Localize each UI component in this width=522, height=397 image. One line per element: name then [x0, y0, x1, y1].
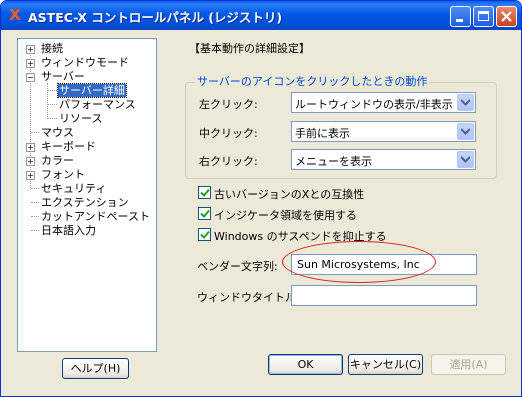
- groupbox-title: サーバーのアイコンをクリックしたときの動作: [195, 73, 430, 89]
- collapse-icon[interactable]: −: [26, 73, 35, 82]
- tree-connector: [31, 230, 39, 231]
- cancel-button[interactable]: キャンセル(C): [348, 354, 423, 375]
- expand-icon[interactable]: +: [26, 45, 35, 54]
- legacy-x-compat-label[interactable]: 古いバージョンのXとの互換性: [214, 186, 364, 202]
- left-click-label: 左クリック:: [199, 98, 258, 111]
- checkmark-icon: [200, 230, 210, 239]
- tree-item-security[interactable]: セキュリティ: [41, 182, 106, 196]
- section-heading: 【基本動作の詳細設定】: [189, 42, 310, 55]
- right-click-select[interactable]: メニューを表示: [291, 149, 476, 170]
- tree-item-label: サーバー詳細: [57, 83, 127, 98]
- control-panel-window: X ASTEC-X コントロールパネル (レジストリ) + 接続 + ウィンドウ…: [0, 0, 522, 397]
- window-title-field[interactable]: [291, 285, 477, 306]
- tree-item-label: パフォーマンス: [59, 98, 136, 111]
- middle-click-select[interactable]: 手前に表示: [291, 121, 476, 142]
- right-click-value: メニューを表示: [295, 155, 372, 168]
- tree-item-performance[interactable]: パフォーマンス: [59, 98, 136, 112]
- tree-item-label: 日本語入力: [41, 224, 96, 237]
- window-title-label: ウィンドウタイトル:: [197, 291, 300, 304]
- tree-connector: [31, 132, 39, 133]
- tree-connector: [31, 202, 39, 203]
- minimize-icon: [456, 19, 463, 22]
- left-click-select[interactable]: ルートウィンドウの表示/非表示: [291, 92, 476, 113]
- window-title: ASTEC-X コントロールパネル (レジストリ): [28, 10, 283, 25]
- tree-item-cut-and-paste[interactable]: カットアンドペースト: [41, 210, 150, 224]
- apply-button[interactable]: 適用(A): [431, 354, 506, 375]
- dropdown-arrow-icon[interactable]: [457, 94, 474, 111]
- tree-item-label: セキュリティ: [41, 182, 107, 195]
- middle-click-label: 中クリック:: [199, 127, 258, 140]
- tree-item-mouse[interactable]: マウス: [41, 126, 74, 140]
- tree-item-label: リソース: [59, 112, 103, 125]
- tree-item-japanese-input[interactable]: 日本語入力: [41, 224, 96, 238]
- tree-item-resource[interactable]: リソース: [59, 112, 102, 126]
- help-button[interactable]: ヘルプ(H): [62, 358, 129, 379]
- tree-connector: [47, 83, 48, 119]
- expand-icon[interactable]: +: [26, 143, 35, 152]
- expand-icon[interactable]: +: [26, 171, 35, 180]
- checkmark-icon: [200, 188, 210, 197]
- left-click-value: ルートウィンドウの表示/非表示: [295, 98, 453, 111]
- checkmark-icon: [200, 209, 210, 218]
- maximize-icon: [478, 11, 489, 21]
- tree-item-label: 接続: [41, 42, 63, 55]
- tree-connector: [47, 90, 57, 91]
- settings-tree[interactable]: + 接続 + ウィンドウモード − サーバー サーバー詳細 パフォーマンス リソ…: [17, 38, 157, 352]
- tree-item-extension[interactable]: エクステンション: [41, 196, 129, 210]
- dropdown-arrow-icon[interactable]: [457, 123, 474, 140]
- tree-item-label: カラー: [41, 154, 74, 167]
- tree-connector: [47, 118, 57, 119]
- expand-icon[interactable]: +: [26, 59, 35, 68]
- tree-connector: [31, 188, 39, 189]
- tree-item-label: キーボード: [41, 140, 96, 153]
- indicator-area-checkbox[interactable]: [198, 207, 211, 220]
- title-bar[interactable]: X ASTEC-X コントロールパネル (レジストリ): [1, 1, 521, 30]
- tree-item-label: カットアンドペースト: [41, 210, 151, 223]
- suppress-suspend-checkbox[interactable]: [198, 228, 211, 241]
- tree-item-label: フォント: [41, 168, 85, 181]
- close-button[interactable]: [496, 6, 517, 27]
- indicator-area-label[interactable]: インジケータ領域を使用する: [214, 207, 357, 223]
- tree-item-label: マウス: [41, 126, 74, 139]
- tree-item-label: エクステンション: [41, 196, 129, 209]
- expand-icon[interactable]: +: [26, 157, 35, 166]
- tree-connector: [31, 216, 39, 217]
- middle-click-value: 手前に表示: [295, 127, 350, 140]
- ok-button[interactable]: OK: [268, 354, 343, 375]
- right-click-label: 右クリック:: [199, 155, 258, 168]
- highlight-ellipse: [282, 241, 436, 283]
- tree-item-label: サーバー: [41, 70, 85, 83]
- minimize-button[interactable]: [450, 6, 471, 27]
- maximize-button[interactable]: [473, 6, 494, 27]
- tree-item-server-detail[interactable]: サーバー詳細: [57, 83, 127, 98]
- tree-connector: [30, 48, 31, 188]
- dropdown-arrow-icon[interactable]: [457, 151, 474, 168]
- legacy-x-compat-checkbox[interactable]: [198, 186, 211, 199]
- vendor-string-label: ベンダー文字列:: [197, 260, 278, 273]
- tree-connector: [47, 104, 57, 105]
- astec-x-app-icon: X: [9, 6, 21, 24]
- close-icon: [501, 11, 512, 22]
- tree-item-label: ウィンドウモード: [41, 56, 129, 69]
